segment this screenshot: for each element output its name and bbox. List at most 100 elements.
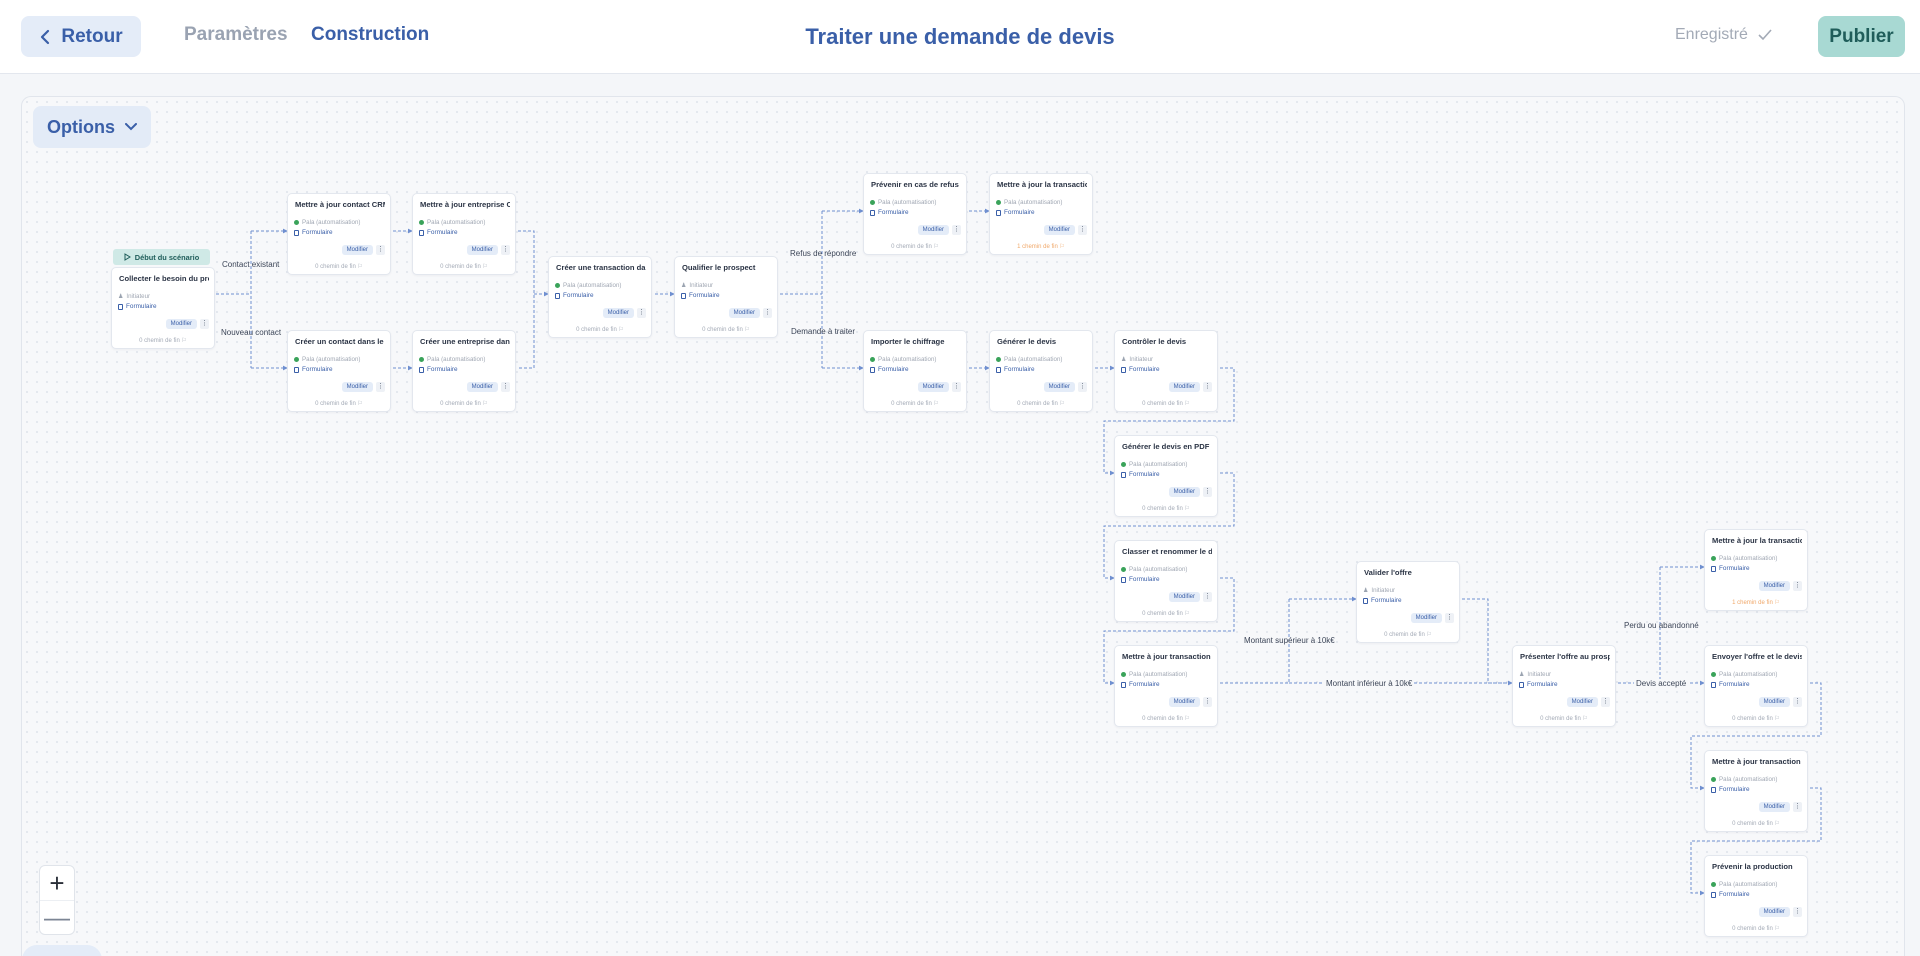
more-options-icon[interactable]: ⋮	[1793, 697, 1802, 707]
modify-button[interactable]: Modifier	[1168, 592, 1200, 602]
workflow-step-node[interactable]: Présenter l'offre au prospe ♟ Initiateur Fo…	[1512, 645, 1616, 727]
step-form[interactable]: Formulaire	[1363, 597, 1402, 604]
workflow-step-node[interactable]: Contrôler le devis ♟ Initiateur Formulaire M…	[1114, 330, 1218, 412]
more-options-icon[interactable]: ⋮	[1793, 581, 1802, 591]
more-options-icon[interactable]: ⋮	[1203, 697, 1212, 707]
modify-button[interactable]: Modifier	[917, 225, 949, 235]
more-options-icon[interactable]: ⋮	[1445, 613, 1454, 623]
modify-button[interactable]: Modifier	[728, 308, 760, 318]
zoom-out-button[interactable]: —	[40, 900, 74, 934]
step-form[interactable]: Formulaire	[996, 366, 1035, 373]
workflow-step-node[interactable]: Classer et renommer le doc Pala (automati…	[1114, 540, 1218, 622]
modify-button[interactable]: Modifier	[341, 245, 373, 255]
step-form[interactable]: Formulaire	[1121, 576, 1160, 583]
modify-button[interactable]: Modifier	[1043, 225, 1075, 235]
workflow-step-node[interactable]: Mettre à jour la transaction Pala (automa…	[989, 173, 1093, 255]
modify-button[interactable]: Modifier	[602, 308, 634, 318]
modify-button[interactable]: Modifier	[1758, 581, 1790, 591]
workflow-step-node[interactable]: Mettre à jour transaction d Pala (automat…	[1704, 750, 1808, 832]
step-form[interactable]: Formulaire	[870, 366, 909, 373]
options-button[interactable]: Options	[33, 106, 151, 148]
modify-button[interactable]: Modifier	[1566, 697, 1598, 707]
modify-button[interactable]: Modifier	[917, 382, 949, 392]
more-options-icon[interactable]: ⋮	[637, 308, 646, 318]
step-form-label: Formulaire	[878, 209, 909, 216]
form-icon	[419, 366, 424, 373]
workflow-step-node[interactable]: Créer une transaction dans Pala (automati…	[548, 256, 652, 338]
step-form[interactable]: Formulaire	[1121, 681, 1160, 688]
more-options-icon[interactable]: ⋮	[1203, 592, 1212, 602]
workflow-step-node[interactable]: Valider l'offre ♟ Initiateur Formulaire Modi…	[1356, 561, 1460, 643]
workflow-step-node[interactable]: Créer un contact dans le C Pala (automati…	[287, 330, 391, 412]
edge-label-nouveau-contact: Nouveau contact	[221, 328, 282, 337]
step-form[interactable]: Formulaire	[1519, 681, 1558, 688]
more-options-icon[interactable]: ⋮	[376, 245, 385, 255]
workflow-step-node[interactable]: Mettre à jour contact CRM Pala (automatis…	[287, 193, 391, 275]
modify-button[interactable]: Modifier	[1758, 697, 1790, 707]
more-options-icon[interactable]: ⋮	[376, 382, 385, 392]
workflow-step-node[interactable]: Mettre à jour la transaction Pala (automa…	[1704, 529, 1808, 611]
canvas-footer-tab[interactable]	[22, 945, 102, 956]
more-options-icon[interactable]: ⋮	[1601, 697, 1610, 707]
step-form[interactable]: Formulaire	[1711, 891, 1750, 898]
tab-construction[interactable]: Construction	[311, 24, 429, 46]
workflow-step-node[interactable]: Créer une entreprise dans l Pala (automat…	[412, 330, 516, 412]
step-form[interactable]: Formulaire	[1711, 681, 1750, 688]
modify-button[interactable]: Modifier	[1043, 382, 1075, 392]
step-form[interactable]: Formulaire	[681, 292, 720, 299]
step-form[interactable]: Formulaire	[419, 366, 458, 373]
back-button[interactable]: Retour	[21, 16, 141, 57]
step-end-paths: 0 chemin de fin ⚐	[1513, 715, 1615, 722]
workflow-step-node[interactable]: Envoyer l'offre et le devis a Pala (autom…	[1704, 645, 1808, 727]
modify-button[interactable]: Modifier	[1758, 907, 1790, 917]
more-options-icon[interactable]: ⋮	[501, 245, 510, 255]
step-form[interactable]: Formulaire	[555, 292, 594, 299]
step-form[interactable]: Formulaire	[118, 303, 157, 310]
step-form[interactable]: Formulaire	[294, 366, 333, 373]
modify-button[interactable]: Modifier	[1758, 802, 1790, 812]
step-form[interactable]: Formulaire	[294, 229, 333, 236]
tab-parametres[interactable]: Paramètres	[184, 24, 288, 46]
flag-icon: ⚐	[1774, 821, 1780, 827]
modify-button[interactable]: Modifier	[165, 319, 197, 329]
step-form[interactable]: Formulaire	[1711, 565, 1750, 572]
more-options-icon[interactable]: ⋮	[952, 382, 961, 392]
workflow-step-node[interactable]: Générer le devis en PDF Pala (automatisat…	[1114, 435, 1218, 517]
more-options-icon[interactable]: ⋮	[501, 382, 510, 392]
modify-button[interactable]: Modifier	[1168, 487, 1200, 497]
more-options-icon[interactable]: ⋮	[1078, 225, 1087, 235]
workflow-step-node[interactable]: Prévenir la production Pala (automatisati…	[1704, 855, 1808, 937]
workflow-step-node[interactable]: Qualifier le prospect ♟ Initiateur Formulai…	[674, 256, 778, 338]
step-form[interactable]: Formulaire	[1121, 471, 1160, 478]
more-options-icon[interactable]: ⋮	[952, 225, 961, 235]
modify-button[interactable]: Modifier	[466, 245, 498, 255]
workflow-step-node[interactable]: Importer le chiffrage Pala (automatisatio…	[863, 330, 967, 412]
more-options-icon[interactable]: ⋮	[763, 308, 772, 318]
more-options-icon[interactable]: ⋮	[1203, 487, 1212, 497]
more-options-icon[interactable]: ⋮	[1793, 802, 1802, 812]
step-form[interactable]: Formulaire	[419, 229, 458, 236]
modify-button[interactable]: Modifier	[1168, 382, 1200, 392]
workflow-step-node[interactable]: Générer le devis Pala (automatisation) For…	[989, 330, 1093, 412]
modify-button[interactable]: Modifier	[341, 382, 373, 392]
workflow-step-node[interactable]: Mettre à jour entreprise CR Pala (automat…	[412, 193, 516, 275]
zoom-in-button[interactable]: +	[40, 866, 74, 900]
step-form[interactable]: Formulaire	[1711, 786, 1750, 793]
step-form[interactable]: Formulaire	[996, 209, 1035, 216]
more-options-icon[interactable]: ⋮	[200, 319, 209, 329]
modify-button[interactable]: Modifier	[1410, 613, 1442, 623]
modify-button[interactable]: Modifier	[466, 382, 498, 392]
workflow-step-node[interactable]: Mettre à jour transaction d Pala (automat…	[1114, 645, 1218, 727]
step-form[interactable]: Formulaire	[1121, 366, 1160, 373]
automation-icon	[870, 200, 875, 205]
step-form[interactable]: Formulaire	[870, 209, 909, 216]
modify-button[interactable]: Modifier	[1168, 697, 1200, 707]
workflow-step-node[interactable]: Prévenir en cas de refus Pala (automatisa…	[863, 173, 967, 255]
workflow-step-node[interactable]: Collecter le besoin du prosp ♟Initiateur F…	[111, 267, 215, 349]
more-options-icon[interactable]: ⋮	[1078, 382, 1087, 392]
form-icon	[1121, 681, 1126, 688]
more-options-icon[interactable]: ⋮	[1203, 382, 1212, 392]
more-options-icon[interactable]: ⋮	[1793, 907, 1802, 917]
step-end-paths: 0 chemin de fin ⚐	[112, 337, 214, 344]
publish-button[interactable]: Publier	[1818, 16, 1905, 57]
